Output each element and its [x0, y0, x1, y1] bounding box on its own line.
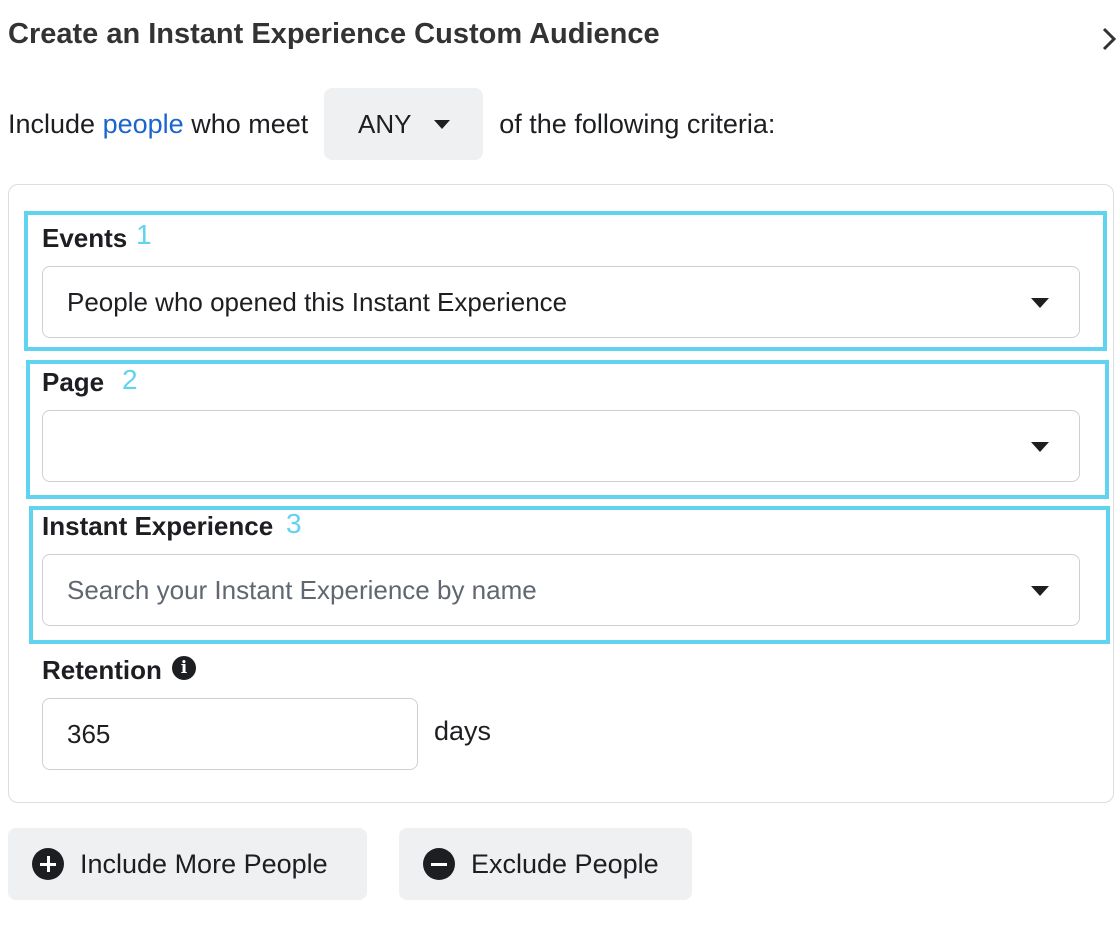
caret-down-icon: [1031, 298, 1049, 308]
annotation-number-1: 1: [136, 219, 152, 250]
criteria-suffix: of the following criteria:: [499, 108, 776, 139]
retention-input[interactable]: 365: [42, 698, 418, 770]
minus-circle-icon: [423, 848, 455, 880]
criteria-row: Include people who meet ANY of the follo…: [8, 88, 775, 160]
include-more-people-button[interactable]: Include More People: [8, 828, 367, 900]
plus-circle-icon: [32, 848, 64, 880]
events-label: Events: [42, 223, 128, 253]
caret-down-icon: [1031, 586, 1049, 596]
annotation-number-3: 3: [286, 508, 302, 539]
caret-down-icon: [433, 119, 450, 129]
exclude-people-button[interactable]: Exclude People: [399, 828, 692, 900]
retention-unit: days: [434, 716, 492, 746]
exclude-people-label: Exclude People: [471, 848, 659, 879]
include-more-people-label: Include More People: [80, 848, 328, 879]
caret-down-icon: [1031, 442, 1049, 452]
criteria-prefix: Include: [8, 108, 96, 139]
info-icon[interactable]: i: [172, 656, 196, 680]
retention-label: Retention: [42, 655, 162, 685]
people-link[interactable]: people: [103, 109, 184, 140]
retention-value: 365: [67, 718, 111, 749]
criteria-middle: who meet: [191, 108, 309, 139]
page-label: Page: [42, 367, 105, 397]
match-type-value: ANY: [358, 108, 412, 139]
events-value: People who opened this Instant Experienc…: [67, 286, 568, 317]
instant-experience-placeholder: Search your Instant Experience by name: [67, 574, 537, 605]
instant-experience-search[interactable]: Search your Instant Experience by name: [42, 554, 1080, 626]
instant-experience-label: Instant Experience: [42, 511, 274, 541]
match-type-dropdown[interactable]: ANY: [324, 88, 484, 160]
chevron-right-icon[interactable]: [1098, 20, 1120, 54]
events-dropdown[interactable]: People who opened this Instant Experienc…: [42, 266, 1080, 338]
dialog-title: Create an Instant Experience Custom Audi…: [8, 18, 660, 50]
page-dropdown[interactable]: [42, 410, 1080, 482]
annotation-number-2: 2: [122, 364, 138, 395]
